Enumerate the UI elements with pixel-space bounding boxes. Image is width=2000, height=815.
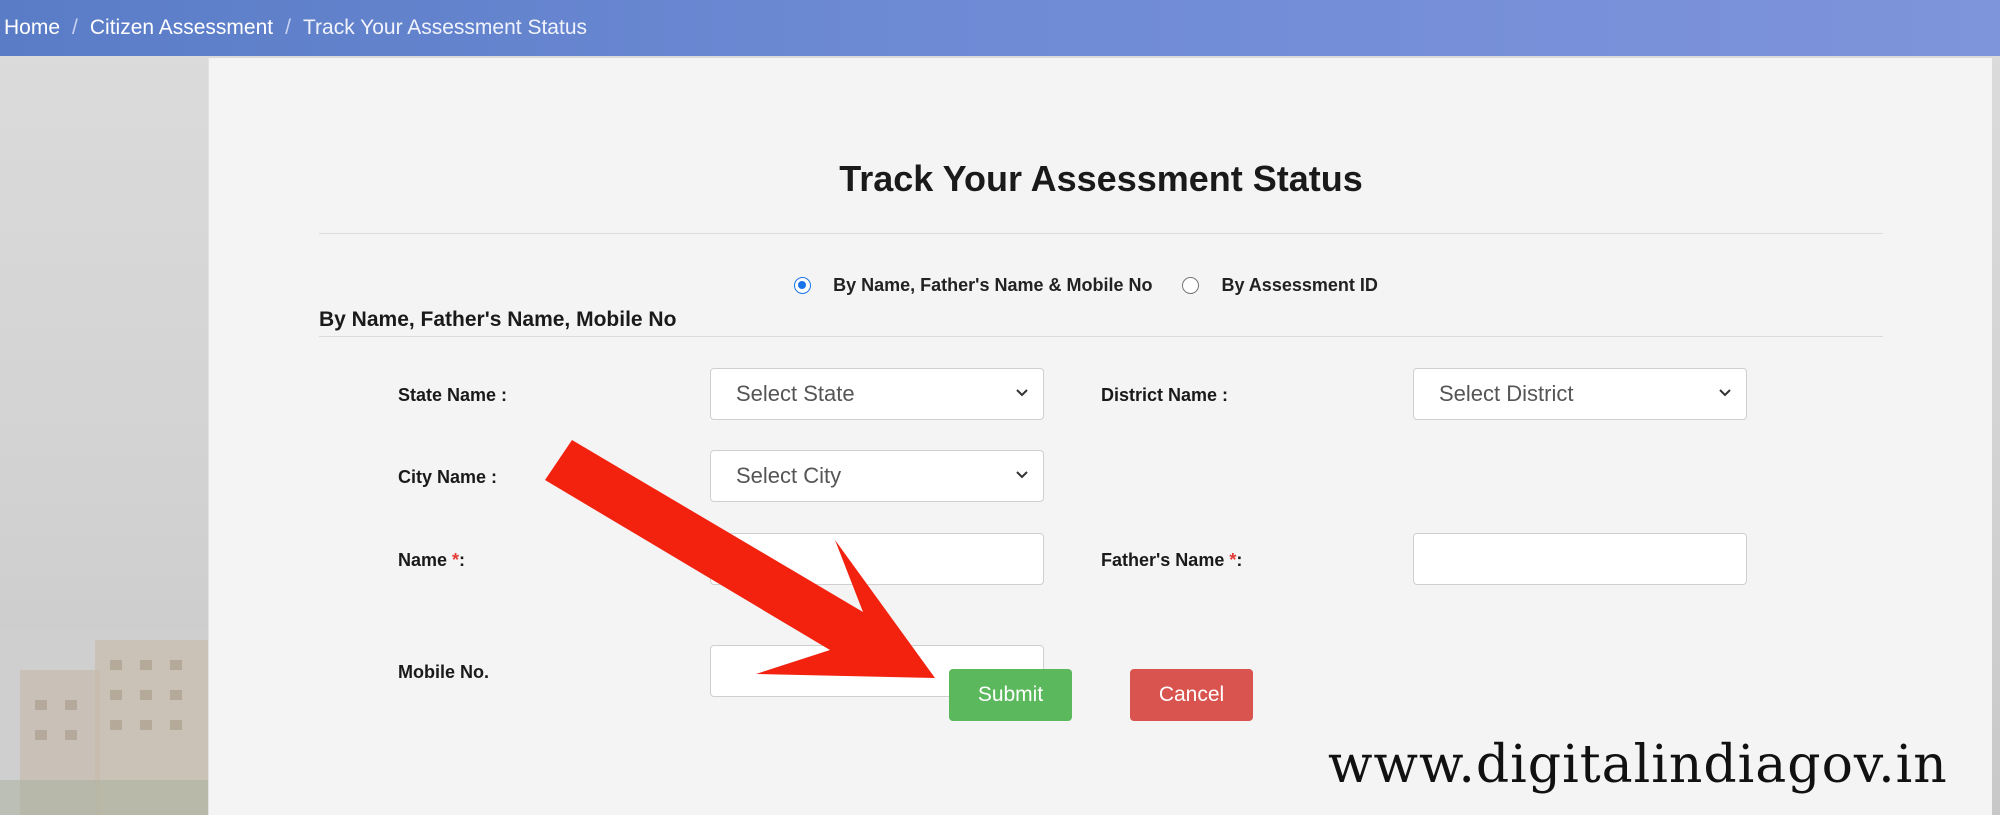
search-mode-radio-group: By Name, Father's Name & Mobile No By As…	[209, 270, 1993, 300]
name-label: Name *:	[398, 550, 465, 571]
mobile-label: Mobile No.	[398, 662, 489, 682]
breadcrumb-citizen-assessment-link[interactable]: Citizen Assessment	[90, 16, 273, 40]
chevron-down-icon	[1719, 389, 1731, 397]
chevron-down-icon	[1016, 389, 1028, 397]
district-select[interactable]: Select District	[1413, 368, 1747, 420]
submit-button[interactable]: Submit	[949, 669, 1072, 721]
city-label: City Name :	[398, 467, 498, 487]
state-label: State Name :	[398, 385, 508, 405]
breadcrumb-separator: /	[285, 16, 291, 39]
radio-by-name[interactable]	[794, 276, 812, 294]
name-label-text: Name	[398, 550, 453, 570]
state-select[interactable]: Select State	[710, 368, 1044, 420]
background-building-image	[0, 630, 210, 815]
city-select-value: Select City	[736, 463, 842, 488]
radio-by-assessment-id[interactable]	[1182, 276, 1200, 294]
name-label-colon: :	[459, 550, 466, 570]
name-input[interactable]	[710, 533, 1044, 585]
father-name-label-text: Father's Name	[1101, 550, 1230, 570]
required-asterisk: *	[452, 550, 460, 570]
radio-by-assessment-id-label[interactable]: By Assessment ID	[1221, 275, 1377, 296]
father-name-input[interactable]	[1413, 533, 1747, 585]
father-name-label: Father's Name *:	[1101, 550, 1242, 571]
divider	[319, 336, 1883, 337]
father-name-label-colon: :	[1236, 550, 1243, 570]
track-status-panel: Track Your Assessment Status By Name, Fa…	[208, 58, 1992, 815]
divider	[319, 233, 1883, 234]
page-title: Track Your Assessment Status	[839, 158, 1363, 199]
district-label: District Name :	[1101, 385, 1229, 405]
state-select-value: Select State	[736, 381, 855, 406]
breadcrumb-separator: /	[72, 16, 78, 39]
city-select[interactable]: Select City	[710, 450, 1044, 502]
breadcrumb-home-link[interactable]: Home	[4, 16, 60, 40]
watermark-text: www.digitalindiagov.in	[1328, 735, 1948, 795]
cancel-button[interactable]: Cancel	[1130, 669, 1253, 721]
chevron-down-icon	[1016, 471, 1028, 479]
district-select-value: Select District	[1439, 381, 1574, 406]
radio-by-name-label[interactable]: By Name, Father's Name & Mobile No	[833, 275, 1152, 296]
section-heading: By Name, Father's Name, Mobile No	[319, 308, 677, 331]
breadcrumb: Home / Citizen Assessment / Track Your A…	[0, 0, 2000, 56]
breadcrumb-current: Track Your Assessment Status	[302, 16, 587, 39]
